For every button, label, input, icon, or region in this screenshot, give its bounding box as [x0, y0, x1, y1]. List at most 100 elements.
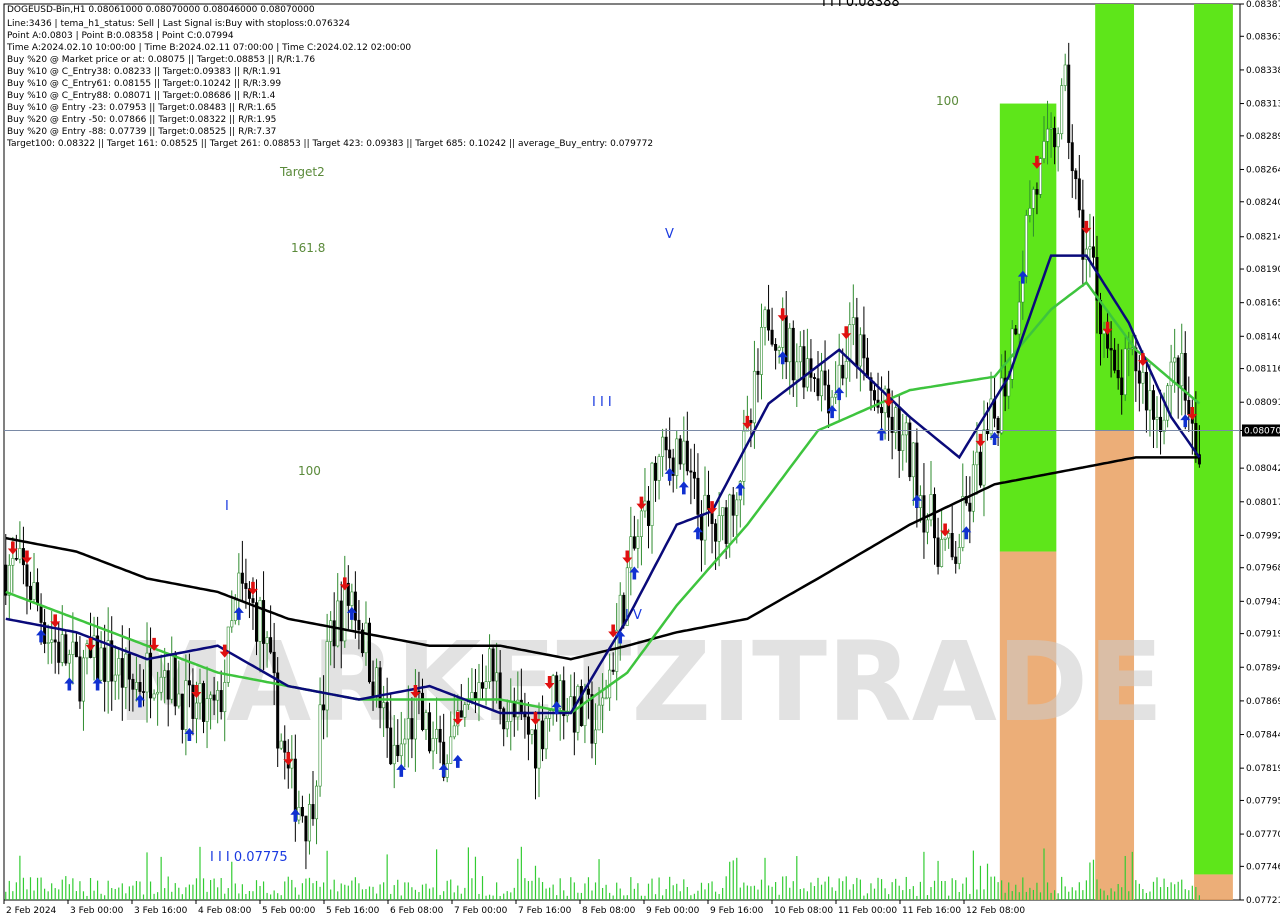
candle-bull [67, 654, 71, 664]
chart-window[interactable]: MARKETZITRADE DOGEUSD-Bin,H1 0.08061000 … [0, 0, 1280, 920]
candle-bull [279, 740, 283, 749]
candle-bear [1077, 178, 1081, 211]
y-tick-label: 0.08091 [1246, 398, 1280, 408]
candle-bear [1159, 416, 1163, 432]
candle-bull [639, 510, 643, 537]
candle-bull [544, 718, 548, 750]
candle-bear [1116, 370, 1120, 379]
y-tick-label: 0.08387 [1246, 0, 1280, 10]
candle-bear [262, 600, 266, 644]
x-tick-label: 12 Feb 08:00 [966, 906, 1025, 916]
candle-bear [668, 449, 672, 459]
candle-bear [304, 815, 308, 842]
candle-bull [657, 456, 661, 481]
candle-bear [756, 370, 760, 375]
candle-bear [1053, 127, 1057, 148]
y-tick-label: 0.08264 [1246, 165, 1280, 175]
candle-bear [689, 470, 693, 473]
candle-bear [526, 716, 530, 735]
candle-bear [311, 804, 315, 820]
candle-bear [1014, 328, 1018, 335]
candle-bear [1091, 246, 1095, 258]
candle-bear [21, 548, 25, 566]
candle-bear [4, 564, 8, 596]
x-tick-label: 10 Feb 08:00 [774, 906, 833, 916]
candle-bull [618, 594, 622, 631]
candle-bull [682, 440, 686, 465]
candle-bear [880, 407, 884, 414]
candle-bear [491, 648, 495, 682]
candle-bear [251, 598, 255, 603]
candle-bull [223, 682, 227, 713]
candle-bear [767, 309, 771, 331]
candle-bull [325, 641, 329, 711]
candle-bull [399, 743, 403, 757]
candle-bull [763, 309, 767, 328]
y-tick-label: 0.08165 [1246, 299, 1280, 309]
candle-bull [463, 704, 467, 718]
candle-bull [728, 494, 732, 544]
candle-bull [152, 693, 156, 699]
candle-bull [375, 667, 379, 698]
candle-bear [1074, 170, 1078, 180]
candle-bull [46, 642, 50, 644]
candle-bull [636, 536, 640, 549]
candle-bear [64, 634, 68, 664]
candle-bull [194, 702, 198, 719]
candle-bull [604, 697, 608, 700]
candle-bear [202, 683, 206, 722]
candle-bear [481, 682, 485, 689]
candle-bear [802, 346, 806, 388]
candle-bull [925, 519, 929, 533]
candle-bull [735, 499, 739, 516]
y-tick-label: 0.07943 [1246, 597, 1280, 607]
candle-bull [364, 622, 368, 654]
candle-bear [968, 502, 972, 512]
candle-bull [156, 691, 160, 695]
candle-bear [212, 694, 216, 701]
y-tick-label: 0.07795 [1246, 796, 1280, 806]
candle-bull [1123, 348, 1127, 396]
x-tick-label: 5 Feb 00:00 [262, 906, 316, 916]
candle-bull [106, 640, 110, 682]
signal-zones [999, 4, 1233, 900]
candle-bull [851, 317, 855, 325]
candle-bull [947, 533, 951, 539]
candle-bull [435, 728, 439, 739]
candle-bull [1049, 127, 1053, 130]
candle-bear [219, 690, 223, 713]
info-line-entry-88: Buy %20 @ Entry -88: 0.07739 || Target:0… [7, 127, 276, 137]
candlestick-chart[interactable]: MARKETZITRADE DOGEUSD-Bin,H1 0.08061000 … [0, 0, 1280, 920]
wave-bottom-label: I I I 0.07775 [210, 850, 288, 865]
candle-bull [844, 361, 848, 379]
candle-bear [25, 564, 29, 587]
current-price-tag: 0.08070 [1242, 424, 1280, 437]
candle-bull [982, 429, 986, 486]
candle-bull [509, 700, 513, 722]
candle-bull [184, 680, 188, 730]
candle-bear [283, 740, 287, 753]
candle-bull [1169, 361, 1173, 387]
y-tick-label: 0.08116 [1246, 365, 1280, 375]
info-line-points: Point A:0.0803 | Point B:0.08358 | Point… [7, 31, 234, 41]
zone-green-0 [999, 103, 1057, 552]
candle-bull [71, 641, 75, 655]
candle-bear [664, 436, 668, 451]
candle-bull [961, 496, 965, 548]
info-line-entry38: Buy %10 @ C_Entry38: 0.08233 || Target:0… [7, 67, 281, 77]
candle-bear [678, 438, 682, 465]
candle-bull [848, 324, 852, 362]
candle-bear [770, 329, 774, 345]
chart-background [0, 0, 1280, 920]
candle-bear [166, 670, 170, 700]
candle-bear [586, 688, 590, 695]
candle-bull [1024, 215, 1028, 277]
y-tick-label: 0.07894 [1246, 663, 1280, 673]
candle-bear [611, 669, 615, 672]
candle-bull [117, 658, 121, 676]
watermark-text: MARKETZITRADE [117, 618, 1164, 746]
x-tick-label: 2 Feb 2024 [6, 906, 57, 916]
candle-bear [632, 536, 636, 549]
candle-bear [731, 494, 735, 516]
candle-bull [350, 591, 354, 606]
